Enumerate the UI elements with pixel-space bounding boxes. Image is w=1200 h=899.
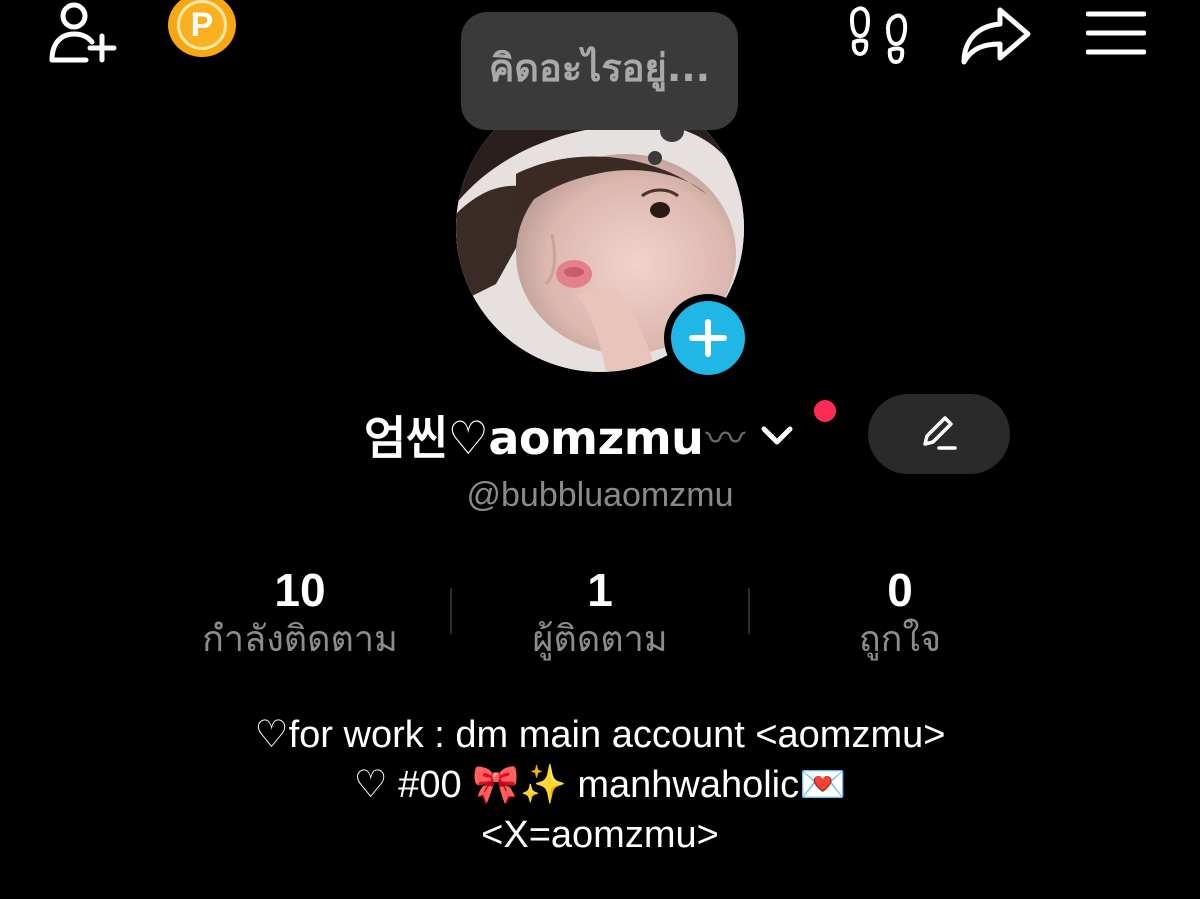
- profile-page: P คิดอะไรอยู่... 엄씬♡aomzmu 〰 @bubbluaomz…: [0, 0, 1200, 899]
- add-friend-button[interactable]: [46, 0, 122, 70]
- display-name: 엄씬♡aomzmu: [364, 411, 704, 465]
- footprints-button[interactable]: [846, 2, 910, 66]
- display-name-row[interactable]: 엄씬♡aomzmu 〰: [364, 400, 797, 470]
- footprints-icon: [849, 6, 908, 65]
- note-placeholder-text: คิดอะไรอยู่...: [488, 45, 711, 90]
- hamburger-menu-icon: [1086, 11, 1146, 55]
- points-button[interactable]: P: [166, 0, 238, 68]
- add-story-button[interactable]: [664, 294, 752, 382]
- stat-label: ถูกใจ: [858, 619, 942, 660]
- stat-label: กำลังติดตาม: [202, 619, 398, 660]
- stat-likes[interactable]: 0 ถูกใจ: [750, 562, 1050, 672]
- username-handle: @bubbluaomzmu: [466, 476, 734, 514]
- stat-divider: [450, 588, 452, 634]
- chevron-down-icon[interactable]: [757, 415, 797, 455]
- points-letter: P: [177, 0, 227, 50]
- menu-button[interactable]: [1086, 8, 1146, 58]
- note-bubble-tail: [660, 120, 684, 142]
- share-arrow-icon: [961, 7, 1031, 65]
- points-coin-icon: P: [168, 0, 236, 57]
- name-suffix: 〰: [705, 416, 746, 462]
- stat-value: 0: [887, 564, 913, 616]
- edit-profile-button[interactable]: [868, 394, 1010, 474]
- notification-dot: [814, 400, 836, 422]
- stat-followers[interactable]: 1 ผู้ติดตาม: [450, 562, 750, 672]
- profile-stats: 10 กำลังติดตาม 1 ผู้ติดตาม 0 ถูกใจ: [150, 562, 1050, 672]
- note-bubble[interactable]: คิดอะไรอยู่...: [461, 12, 738, 130]
- person-plus-icon: [49, 2, 117, 63]
- pencil-icon: [923, 416, 957, 450]
- bio-line: ♡for work : dm main account <aomzmu>: [254, 714, 946, 756]
- share-button[interactable]: [958, 4, 1034, 68]
- bio-line: ♡ #00 🎀✨ manhwaholic💌: [353, 764, 847, 806]
- bio-line: <X=aomzmu>: [481, 814, 719, 856]
- plus-icon: [671, 301, 745, 375]
- profile-bio[interactable]: ♡for work : dm main account <aomzmu> ♡ #…: [0, 710, 1200, 860]
- stat-label: ผู้ติดตาม: [532, 619, 668, 660]
- note-bubble-dot: [648, 151, 662, 165]
- stat-value: 1: [587, 564, 613, 616]
- stat-value: 10: [274, 564, 326, 616]
- stat-following[interactable]: 10 กำลังติดตาม: [150, 562, 450, 672]
